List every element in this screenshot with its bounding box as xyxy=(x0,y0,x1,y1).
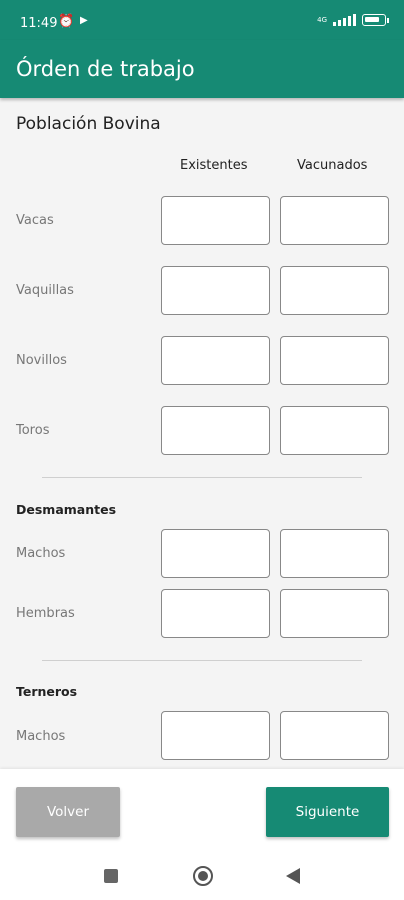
page-title: Órden de trabajo xyxy=(16,57,195,81)
section-title-poblacion-bovina: Población Bovina xyxy=(16,114,161,134)
status-indicators: 4G xyxy=(317,14,389,26)
section-title-desmamantes: Desmamantes xyxy=(16,502,117,517)
alarm-icon: ⏰ xyxy=(58,14,75,29)
battery-icon xyxy=(362,14,389,26)
divider xyxy=(42,477,362,478)
row-label-vacas: Vacas xyxy=(16,213,54,228)
row-label-novillos: Novillos xyxy=(16,353,67,368)
desmamantes-hembras-existentes-input[interactable] xyxy=(161,589,270,638)
section-title-terneros: Terneros xyxy=(16,684,78,699)
siguiente-button[interactable]: Siguiente xyxy=(266,787,389,837)
row-label-desmamantes-hembras: Hembras xyxy=(16,606,75,621)
desmamantes-machos-existentes-input[interactable] xyxy=(161,529,270,578)
terneros-machos-existentes-input[interactable] xyxy=(161,711,270,760)
network-type: 4G xyxy=(317,16,327,24)
divider xyxy=(42,660,362,661)
desmamantes-machos-vacunados-input[interactable] xyxy=(280,529,389,578)
row-label-toros: Toros xyxy=(16,423,50,438)
column-header-vacunados: Vacunados xyxy=(297,158,368,173)
row-label-desmamantes-machos: Machos xyxy=(16,546,66,561)
toros-vacunados-input[interactable] xyxy=(280,406,389,455)
volver-button[interactable]: Volver xyxy=(16,787,120,837)
play-icon: ▶ xyxy=(80,15,88,26)
row-label-terneros-machos: Machos xyxy=(16,729,66,744)
toros-existentes-input[interactable] xyxy=(161,406,270,455)
vacas-existentes-input[interactable] xyxy=(161,196,270,245)
desmamantes-hembras-vacunados-input[interactable] xyxy=(280,589,389,638)
vaquillas-vacunados-input[interactable] xyxy=(280,266,389,315)
column-header-existentes: Existentes xyxy=(180,158,248,173)
home-icon[interactable] xyxy=(193,866,213,886)
status-time: 11:49 xyxy=(20,16,58,31)
novillos-existentes-input[interactable] xyxy=(161,336,270,385)
row-label-vaquillas: Vaquillas xyxy=(16,283,74,298)
vaquillas-existentes-input[interactable] xyxy=(161,266,270,315)
recent-apps-icon[interactable] xyxy=(104,869,118,883)
status-bar: 11:49 ⏰ ▶ 4G xyxy=(0,0,404,40)
signal-icon xyxy=(333,14,356,26)
back-icon[interactable] xyxy=(286,868,300,884)
vacas-vacunados-input[interactable] xyxy=(280,196,389,245)
terneros-machos-vacunados-input[interactable] xyxy=(280,711,389,760)
novillos-vacunados-input[interactable] xyxy=(280,336,389,385)
app-bar: Órden de trabajo xyxy=(0,40,404,98)
